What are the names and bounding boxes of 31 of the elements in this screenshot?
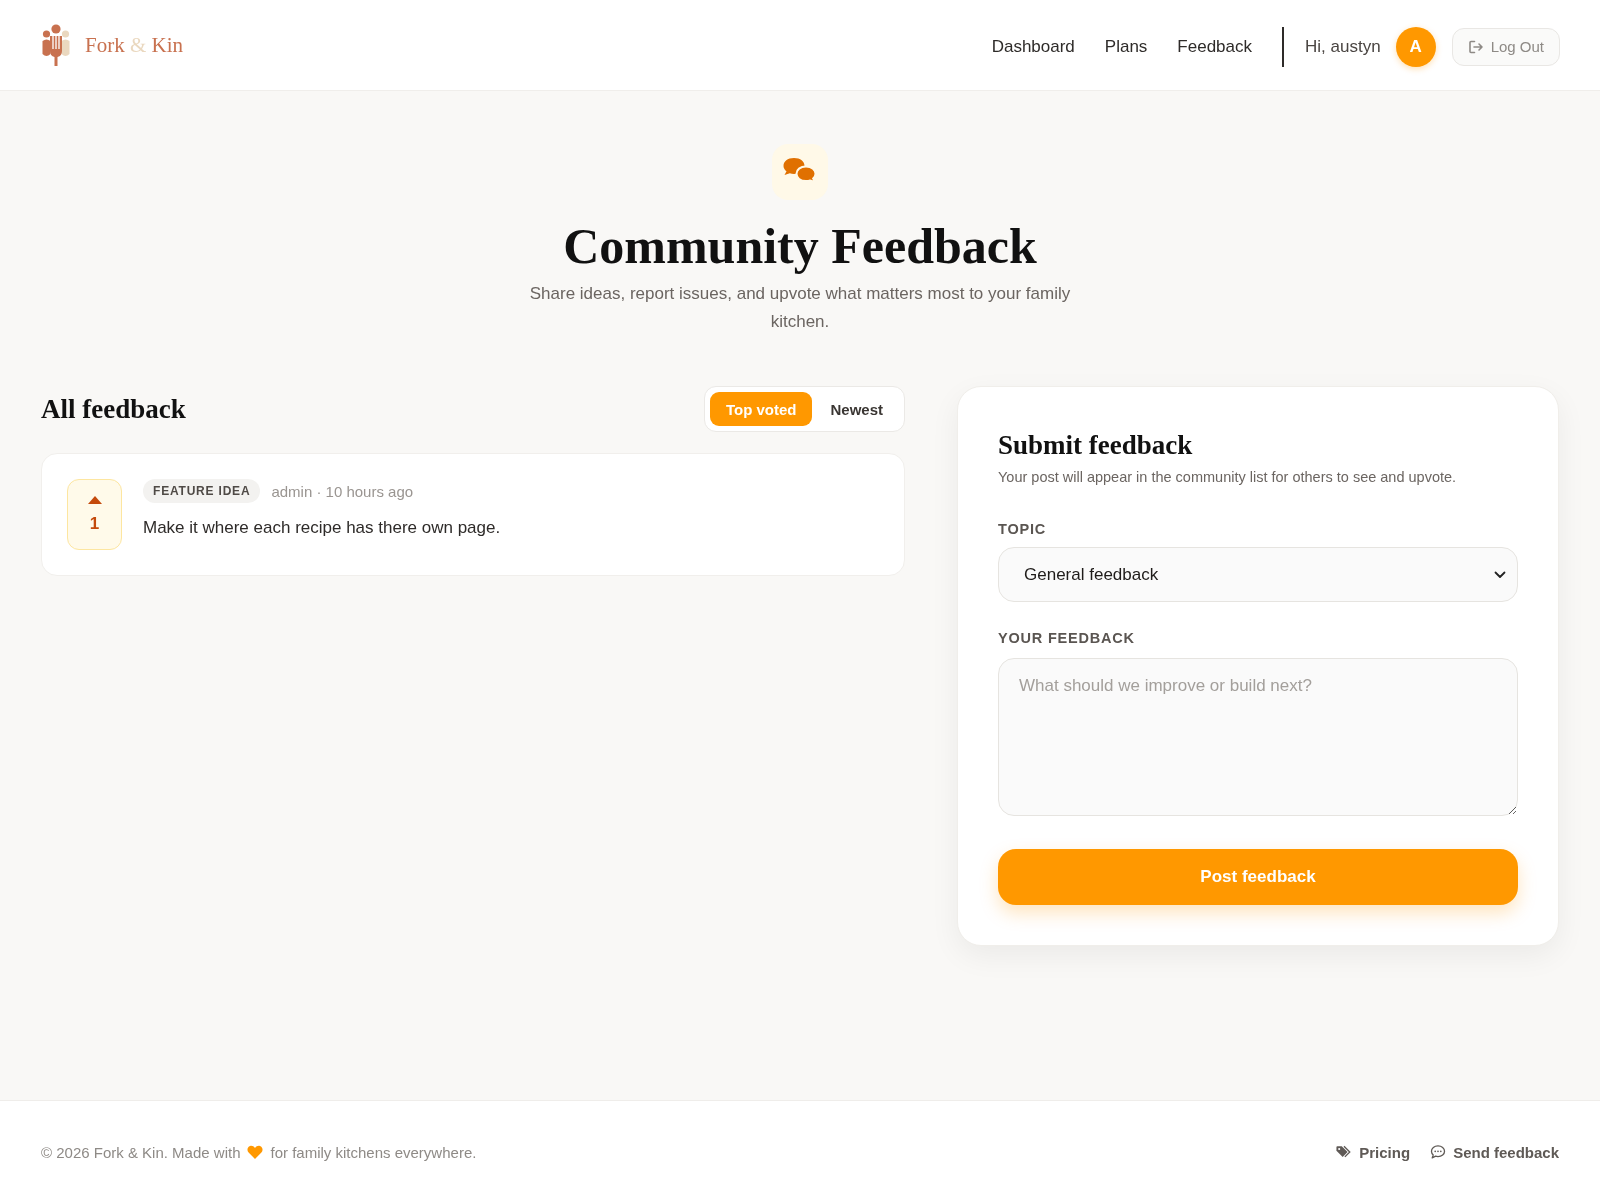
family-fork-logo-icon[interactable] bbox=[41, 24, 71, 66]
chat-bubbles-icon bbox=[772, 144, 828, 200]
send-feedback-link[interactable]: Send feedback bbox=[1430, 1143, 1559, 1161]
post-text: Make it where each recipe has there own page. bbox=[143, 518, 501, 538]
upvote-button[interactable]: 1 bbox=[67, 479, 122, 550]
copyright-text: for family kitchens everywhere. bbox=[270, 1143, 477, 1161]
nav-link[interactable]: Dashboard bbox=[991, 36, 1075, 57]
tags-icon bbox=[1336, 1145, 1353, 1159]
sort-option[interactable]: Newest bbox=[814, 392, 899, 426]
nav-link[interactable]: Feedback bbox=[1177, 36, 1253, 57]
chat-bubble-icon bbox=[1430, 1145, 1447, 1159]
chevron-down-icon bbox=[1494, 571, 1506, 579]
category-tag: FEATURE IDEA bbox=[143, 479, 261, 503]
field-label: YOUR FEEDBACK bbox=[998, 630, 1136, 646]
pricing-link[interactable]: Pricing bbox=[1336, 1143, 1411, 1161]
form-title: Submit feedback bbox=[998, 430, 1194, 461]
field-label: TOPIC bbox=[998, 521, 1048, 537]
brand-name[interactable]: Fork & Kin bbox=[85, 32, 184, 58]
logout-icon bbox=[1467, 38, 1484, 55]
page-title: Community Feedback bbox=[563, 217, 1037, 276]
caret-up-icon bbox=[87, 495, 102, 504]
section-heading: All feedback bbox=[41, 393, 186, 425]
heart-icon bbox=[247, 1145, 264, 1159]
nav-link[interactable]: Plans bbox=[1104, 36, 1148, 57]
post-meta: admin · 10 hours ago bbox=[271, 482, 414, 500]
copyright-text: © 2026 Fork & Kin. Made with bbox=[41, 1143, 241, 1161]
form-subtitle: Your post will appear in the community list for others to see and upvote. bbox=[998, 469, 1458, 485]
page-subtitle: Share ideas, report issues, and upvote what matters most to your family kitchen. bbox=[528, 283, 1072, 333]
topic-select[interactable]: General feedback bbox=[998, 547, 1518, 602]
feedback-textarea[interactable]: What should we improve or build next? bbox=[998, 658, 1518, 816]
user-greeting: Hi, austyn bbox=[1305, 36, 1381, 57]
